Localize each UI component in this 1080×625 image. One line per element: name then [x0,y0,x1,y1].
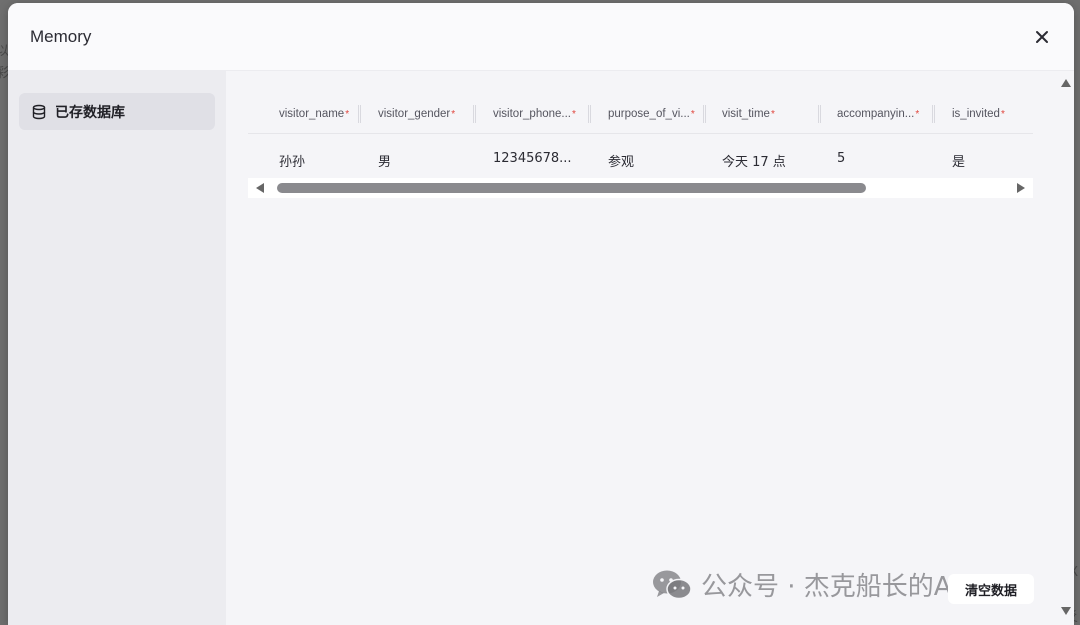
column-header[interactable]: visit_time* [722,108,775,120]
table-cell[interactable]: 参观 [608,151,634,170]
close-button[interactable] [1030,25,1054,49]
column-header[interactable]: accompanyin...* [837,108,919,120]
column-resize-handle[interactable] [932,105,935,123]
table-cell[interactable]: 孙孙 [279,151,305,170]
column-resize-handle[interactable] [703,105,706,123]
column-header[interactable]: visitor_name* [279,108,349,120]
database-icon [31,104,47,120]
table-cell[interactable]: 12345678... [493,151,572,166]
horizontal-scroll-thumb[interactable] [277,183,866,193]
close-icon [1036,31,1048,43]
table-cell[interactable]: 今天 17 点 [722,151,786,170]
column-resize-handle[interactable] [358,105,361,123]
memory-modal: Memory 已存数据库 visitor_name* visitor_gende… [8,3,1074,625]
table-cell[interactable]: 5 [837,151,845,166]
sidebar-item-saved-database[interactable]: 已存数据库 [19,93,215,130]
table-cell[interactable]: 是 [952,151,965,170]
column-header[interactable]: visitor_gender* [378,108,455,120]
modal-header: Memory [8,3,1074,71]
column-header[interactable]: visitor_phone...* [493,108,576,120]
sidebar: 已存数据库 [8,71,226,625]
column-header[interactable]: is_invited* [952,108,1005,120]
column-resize-handle[interactable] [473,105,476,123]
data-table: visitor_name* visitor_gender* visitor_ph… [248,94,1033,198]
sidebar-item-label: 已存数据库 [55,104,125,121]
modal-title: Memory [30,27,92,46]
watermark: 公众号 · 杰克船长的AIGC [651,566,998,603]
table-row[interactable]: 孙孙 男 12345678... 参观 今天 17 点 5 是 [248,134,1033,179]
vertical-scrollbar[interactable] [1056,71,1074,625]
table-cell[interactable]: 男 [378,151,391,170]
scroll-up-arrow-icon[interactable] [1061,79,1071,87]
scroll-right-arrow-icon[interactable] [1017,183,1025,193]
content-area: visitor_name* visitor_gender* visitor_ph… [226,71,1074,625]
column-resize-handle[interactable] [818,105,821,123]
table-header: visitor_name* visitor_gender* visitor_ph… [248,94,1033,134]
wechat-icon [653,570,692,599]
column-resize-handle[interactable] [588,105,591,123]
scroll-left-arrow-icon[interactable] [256,183,264,193]
clear-data-button[interactable]: 清空数据 [948,574,1034,604]
scroll-down-arrow-icon[interactable] [1061,607,1071,615]
column-header[interactable]: purpose_of_vi...* [608,108,695,120]
horizontal-scrollbar[interactable] [248,178,1033,198]
